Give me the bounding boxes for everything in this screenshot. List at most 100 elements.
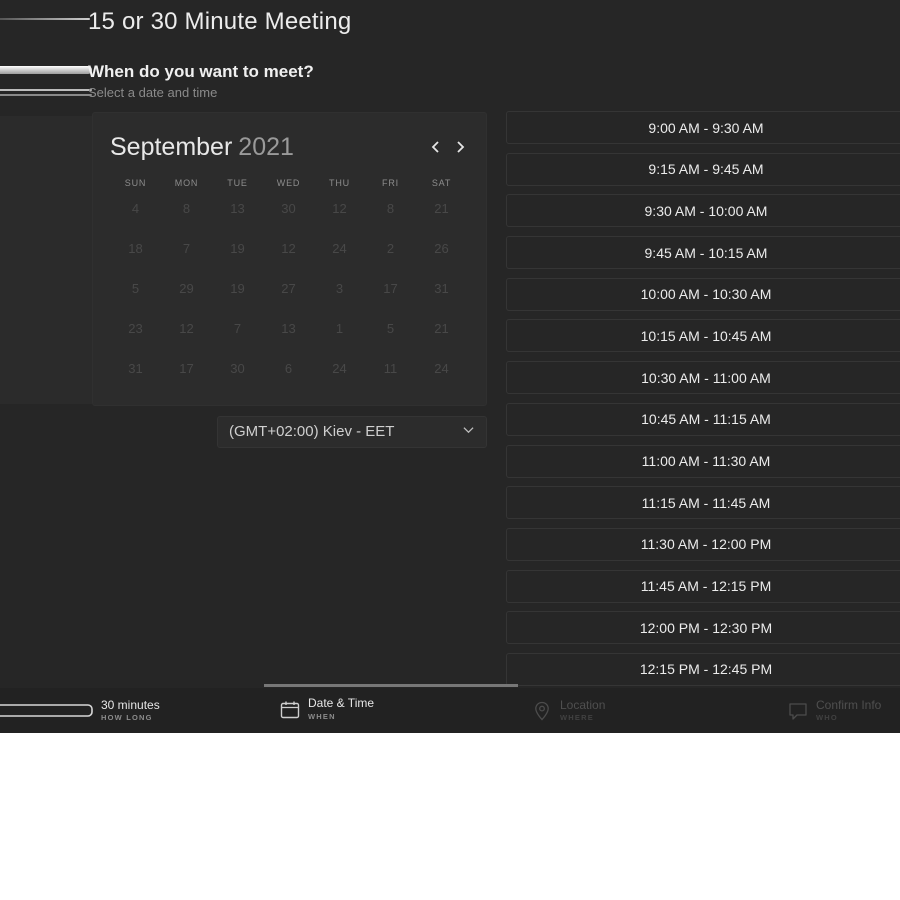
calendar-icon [280, 701, 300, 719]
calendar-day: 12 [179, 321, 194, 336]
calendar-day: 19 [230, 241, 245, 256]
step-confirm-info[interactable]: Confirm Info WHO [786, 688, 900, 733]
calendar-day: 30 [230, 361, 245, 376]
step-sublabel: WHERE [560, 713, 594, 722]
decorative-bar [0, 18, 90, 20]
time-slot-button[interactable]: 10:15 AM - 10:45 AM [506, 319, 900, 353]
calendar-day: 12 [332, 201, 347, 216]
calendar-day: 23 [128, 321, 143, 336]
weekday-label: WED [276, 178, 301, 188]
calendar-day: 17 [383, 281, 398, 296]
weekday-label: SAT [431, 178, 452, 188]
calendar-day: 17 [179, 361, 194, 376]
weekday-label: MON [174, 178, 199, 188]
left-panel [0, 116, 92, 404]
calendar-day: 13 [281, 321, 296, 336]
calendar-day: 3 [335, 281, 344, 296]
step-location[interactable]: Location WHERE [530, 688, 770, 733]
calendar-day: 12 [281, 241, 296, 256]
calendar-day: 18 [128, 241, 143, 256]
previous-month-button[interactable] [427, 137, 445, 157]
calendar-day: 7 [233, 321, 242, 336]
calendar-header: September 2021 [110, 133, 294, 162]
calendar-week: 4 8 13 30 12 8 21 [110, 200, 467, 240]
duration-bar-icon [0, 704, 93, 717]
calendar-day: 19 [230, 281, 245, 296]
weekday-label: FRI [382, 178, 399, 188]
calendar-day: 13 [230, 201, 245, 216]
time-slot-button[interactable]: 11:15 AM - 11:45 AM [506, 486, 900, 520]
section-subheading: Select a date and time [88, 85, 218, 100]
calendar-day: 5 [131, 281, 140, 296]
page-title: 15 or 30 Minute Meeting [88, 8, 352, 35]
calendar-week: 5 29 19 27 3 17 31 [110, 280, 467, 320]
calendar: September 2021 SUN MON TUE WED THU FRI SAT 4 8 13… [92, 112, 487, 406]
step-label: Location [560, 698, 606, 712]
time-slot-button[interactable]: 10:45 AM - 11:15 AM [506, 402, 900, 436]
step-sublabel: HOW LONG [101, 713, 153, 722]
chat-icon [789, 703, 807, 720]
time-slot-button[interactable]: 12:15 PM - 12:45 PM [506, 652, 900, 686]
chevron-down-icon [463, 427, 474, 434]
time-slot-button[interactable]: 9:15 AM - 9:45 AM [506, 152, 900, 186]
step-sublabel: WHO [816, 713, 838, 722]
time-slot-button[interactable]: 9:30 AM - 10:00 AM [506, 194, 900, 228]
calendar-day: 4 [131, 201, 140, 216]
calendar-day: 5 [386, 321, 395, 336]
time-slot-button[interactable]: 12:00 PM - 12:30 PM [506, 611, 900, 645]
step-duration[interactable]: 30 minutes HOW LONG [0, 688, 250, 733]
location-pin-icon [535, 701, 549, 721]
weekday-label: THU [329, 178, 350, 188]
chevron-left-icon [431, 141, 439, 153]
weekday-label: SUN [124, 178, 147, 188]
calendar-day: 8 [182, 201, 191, 216]
calendar-day: 2 [386, 241, 395, 256]
active-step-indicator [264, 684, 518, 687]
time-slot-button[interactable]: 11:45 AM - 12:15 PM [506, 569, 900, 603]
time-slot-button[interactable]: 9:00 AM - 9:30 AM [506, 111, 900, 144]
calendar-week: 18 7 19 12 24 2 26 [110, 240, 467, 280]
chevron-right-icon [457, 141, 465, 153]
section-heading: When do you want to meet? [88, 62, 314, 81]
calendar-day: 26 [434, 241, 449, 256]
time-slot-button[interactable]: 11:00 AM - 11:30 AM [506, 444, 900, 478]
calendar-day: 31 [128, 361, 143, 376]
timezone-value: (GMT+02:00) Kiev - EET [229, 423, 395, 440]
decorative-bar [0, 89, 92, 91]
calendar-day: 24 [332, 241, 347, 256]
timezone-select[interactable]: (GMT+02:00) Kiev - EET [217, 416, 487, 448]
decorative-bar [0, 94, 92, 96]
calendar-day: 24 [332, 361, 347, 376]
weekday-label: TUE [227, 178, 248, 188]
time-slot-button[interactable]: 9:45 AM - 10:15 AM [506, 236, 900, 270]
calendar-grid: 4 8 13 30 12 8 21 18 7 19 12 24 2 26 5 29 19 27 3 17 31 23 12 7… [110, 200, 467, 400]
scheduler-app: 15 or 30 Minute Meeting When do you want… [0, 0, 900, 733]
calendar-day: 6 [284, 361, 293, 376]
calendar-day: 30 [281, 201, 296, 216]
time-slot-list: 9:00 AM - 9:30 AM 9:15 AM - 9:45 AM 9:30 A… [506, 111, 900, 695]
calendar-day: 7 [182, 241, 191, 256]
calendar-day: 21 [434, 321, 449, 336]
next-month-button[interactable] [451, 137, 469, 157]
step-label: 30 minutes [101, 698, 160, 712]
steps-bar: 30 minutes HOW LONG Date & Time WHEN Loc… [0, 688, 900, 733]
calendar-day: 11 [383, 361, 398, 376]
calendar-day: 24 [434, 361, 449, 376]
time-slot-button[interactable]: 10:00 AM - 10:30 AM [506, 277, 900, 311]
step-sublabel: WHEN [308, 712, 336, 721]
calendar-day: 1 [335, 321, 344, 336]
step-date-time[interactable]: Date & Time WHEN [264, 688, 518, 733]
calendar-week: 31 17 30 6 24 11 24 [110, 360, 467, 400]
calendar-month: September [110, 133, 233, 161]
calendar-day: 27 [281, 281, 296, 296]
calendar-year: 2021 [238, 133, 294, 161]
calendar-day: 29 [179, 281, 194, 296]
time-slot-button[interactable]: 11:30 AM - 12:00 PM [506, 527, 900, 561]
calendar-week: 23 12 7 13 1 5 21 [110, 320, 467, 360]
time-slot-button[interactable]: 10:30 AM - 11:00 AM [506, 361, 900, 395]
calendar-day: 31 [434, 281, 449, 296]
calendar-day: 8 [386, 201, 395, 216]
weekday-header: SUN MON TUE WED THU FRI SAT [110, 178, 467, 188]
step-label: Date & Time [308, 696, 375, 710]
step-label: Confirm Info [816, 698, 882, 712]
